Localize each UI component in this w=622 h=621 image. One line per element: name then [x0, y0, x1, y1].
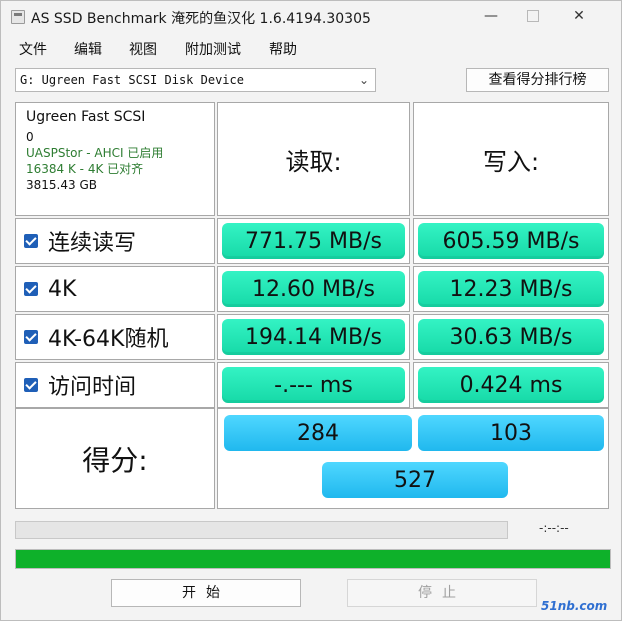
score-area: 284 103 527 [217, 408, 609, 509]
row-access-text: 访问时间 [48, 375, 137, 400]
row-seq-text: 连续读写 [48, 231, 137, 256]
menu-extra-tests[interactable]: 附加测试 [185, 39, 241, 59]
title-bar: AS SSD Benchmark 淹死的鱼汉化 1.6.4194.30305 —… [1, 1, 621, 33]
read-header: 读取: [217, 102, 410, 216]
device-select-value: G: Ugreen Fast SCSI Disk Device [20, 73, 244, 87]
row-access-label: 访问时间 [15, 362, 215, 408]
seq-read-cell: 771.75 MB/s [217, 218, 410, 264]
access-write-value: 0.424 ms [418, 367, 604, 403]
maximize-button[interactable] [521, 5, 545, 27]
4k64-write-value: 30.63 MB/s [418, 319, 604, 355]
checkbox-4k[interactable] [24, 282, 38, 296]
start-button[interactable]: 开始 [111, 579, 301, 607]
checkbox-4k64[interactable] [24, 330, 38, 344]
close-button[interactable]: ✕ [567, 5, 591, 27]
elapsed-time: -:--:-- [539, 521, 569, 535]
score-read: 284 [224, 415, 412, 451]
row-4k64-label: 4K-64K随机 [15, 314, 215, 360]
device-id: 0 [26, 130, 34, 144]
4k-read-value: 12.60 MB/s [222, 271, 405, 307]
watermark: 51nb.com [541, 599, 608, 613]
device-name: Ugreen Fast SCSI [26, 109, 146, 125]
row-seq-label: 连续读写 [15, 218, 215, 264]
capacity: 3815.43 GB [26, 178, 97, 192]
checkbox-access[interactable] [24, 378, 38, 392]
device-select[interactable]: G: Ugreen Fast SCSI Disk Device ⌄ [15, 68, 376, 92]
4k64-read-cell: 194.14 MB/s [217, 314, 410, 360]
seq-read-value: 771.75 MB/s [222, 223, 405, 259]
menu-view[interactable]: 视图 [129, 39, 157, 59]
menu-edit[interactable]: 编辑 [74, 39, 102, 59]
window-title: AS SSD Benchmark 淹死的鱼汉化 1.6.4194.30305 [31, 11, 371, 27]
score-ranking-button[interactable]: 查看得分排行榜 [466, 68, 609, 92]
total-progress-bar [15, 549, 611, 569]
menu-file[interactable]: 文件 [19, 39, 47, 59]
4k64-read-value: 194.14 MB/s [222, 319, 405, 355]
row-4k-label: 4K [15, 266, 215, 312]
chevron-down-icon: ⌄ [358, 73, 369, 87]
menu-help[interactable]: 帮助 [269, 39, 297, 59]
access-read-cell: -.--- ms [217, 362, 410, 408]
4k-write-value: 12.23 MB/s [418, 271, 604, 307]
access-read-value: -.--- ms [222, 367, 405, 403]
driver-status: UASPStor - AHCI 已启用 [26, 146, 164, 160]
4k-write-cell: 12.23 MB/s [413, 266, 609, 312]
toolbar: G: Ugreen Fast SCSI Disk Device ⌄ 查看得分排行… [1, 65, 621, 95]
total-progress-fill [16, 550, 610, 568]
benchmark-grid: Ugreen Fast SCSI 0 UASPStor - AHCI 已启用 1… [15, 102, 611, 509]
score-total: 527 [322, 462, 508, 498]
score-write: 103 [418, 415, 604, 451]
checkbox-seq[interactable] [24, 234, 38, 248]
access-write-cell: 0.424 ms [413, 362, 609, 408]
alignment-status: 16384 K - 4K 已对齐 [26, 162, 144, 176]
4k-read-cell: 12.60 MB/s [217, 266, 410, 312]
maximize-icon [527, 10, 539, 22]
minimize-button[interactable]: — [479, 5, 503, 27]
menu-bar: 文件 编辑 视图 附加测试 帮助 [1, 35, 621, 61]
stop-button[interactable]: 停止 [347, 579, 537, 607]
test-progress-bar [15, 521, 508, 539]
score-label: 得分: [15, 408, 215, 509]
disk-icon [11, 10, 25, 24]
row-4k64-text: 4K-64K随机 [48, 327, 169, 352]
seq-write-cell: 605.59 MB/s [413, 218, 609, 264]
device-info-panel: Ugreen Fast SCSI 0 UASPStor - AHCI 已启用 1… [15, 102, 215, 216]
row-4k-text: 4K [48, 276, 77, 302]
seq-write-value: 605.59 MB/s [418, 223, 604, 259]
4k64-write-cell: 30.63 MB/s [413, 314, 609, 360]
write-header: 写入: [413, 102, 609, 216]
as-ssd-window: AS SSD Benchmark 淹死的鱼汉化 1.6.4194.30305 —… [0, 0, 622, 621]
